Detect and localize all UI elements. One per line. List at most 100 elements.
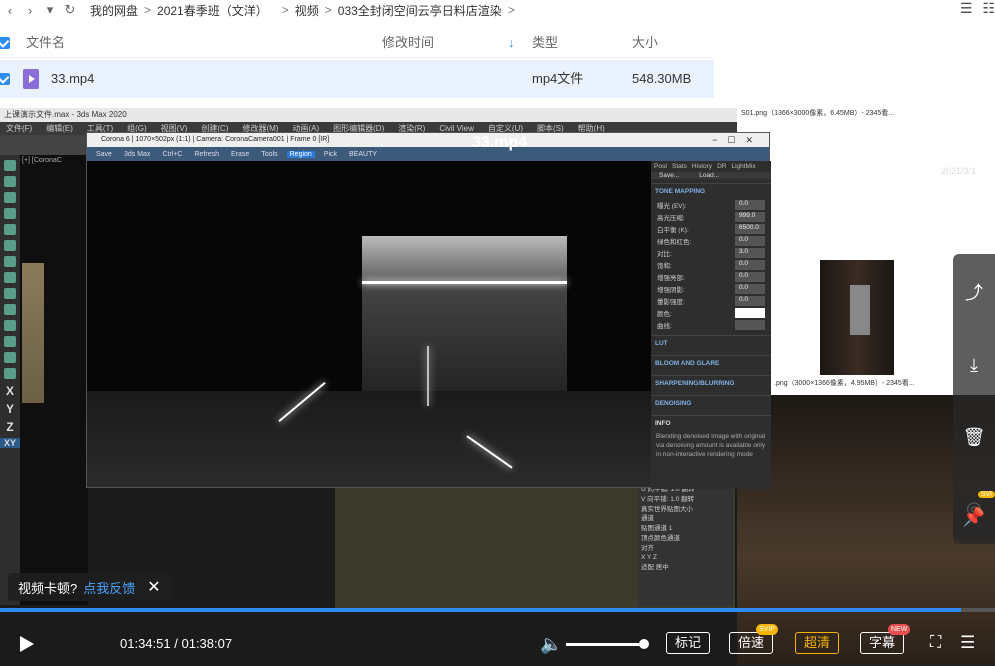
tone-param-value[interactable]: 0.0 [735,272,765,282]
close-icon[interactable]: ✕ [974,130,987,150]
file-row[interactable]: 33.mp4 mp4文件 548.30MB [0,60,714,98]
tone-param-value[interactable]: 0.0 [735,236,765,246]
speed-svip-badge: SVIP [756,624,778,635]
post-section-header[interactable]: LUT [651,335,771,351]
corona-tool-button[interactable]: Tools [258,151,280,158]
render-light-strip [427,346,429,406]
col-modified[interactable]: 修改时间 [382,28,434,58]
sort-icon[interactable]: ☰ [960,0,973,17]
tone-param-row: 增强阴影: 0.0 [651,283,771,295]
max-menu-item[interactable]: 编辑(E) [46,122,73,135]
corona-tool-button[interactable]: Erase [228,151,252,158]
subtitle-button[interactable]: 字幕 [860,632,905,654]
refresh-icon[interactable]: ↻ [60,2,80,18]
tone-param-value[interactable]: 0.0 [735,296,765,306]
volume-icon[interactable]: 🔈 [540,634,562,655]
playlist-icon[interactable]: ☰ [960,633,975,653]
tone-param-value[interactable]: 3.0 [735,248,765,258]
breadcrumb-item[interactable]: 2021春季班（文洋） [157,2,268,19]
tone-param-row: 暈影强度: 0.0 [651,295,771,307]
tone-param-value[interactable]: 0.0 [735,260,765,270]
close-feedback-icon[interactable]: ✕ [147,577,160,597]
post-section-header[interactable]: SHARPENING/BLURRING [651,375,771,391]
post-tab[interactable]: History [692,163,712,170]
post-tab[interactable]: LightMix [731,163,755,170]
col-type[interactable]: 类型 [532,28,558,58]
forward-icon[interactable]: › [20,3,40,18]
volume-slider[interactable] [566,643,644,646]
progress-bar[interactable] [0,608,995,612]
tool-icon [4,256,16,267]
image-date: 2021/3/1 [941,166,977,176]
time-display: 01:34:51 / 01:38:07 [120,636,232,651]
sort-desc-icon[interactable]: ↓ [508,28,515,58]
max-menu-item[interactable]: 文件(F) [6,122,32,135]
row-checkbox[interactable] [0,73,10,85]
file-name[interactable]: 33.mp4 [51,64,94,94]
curve-label: 曲线: [657,323,672,330]
post-section-header[interactable]: BLOOM AND GLARE [651,355,771,371]
bookmark-button[interactable]: 标记 [666,632,711,654]
post-tab[interactable]: Post [654,163,667,170]
history-dropdown-icon[interactable]: ▾ [40,2,60,18]
tone-param-value[interactable]: 0.0 [735,284,765,294]
list-view-icon[interactable]: ☷ [982,0,995,17]
material-panel-line: 贴图通道 1 [641,525,673,532]
max-material-panel: U 向平铺: 1.0 翻转 V 向平铺: 1.0 翻转 真实世界贴图大小 通道 贴图通道… [638,482,733,606]
tool-icon [4,288,16,299]
download-icon[interactable]: ⤓ [970,355,978,376]
corona-tool-button[interactable]: Refresh [191,151,222,158]
maximize-icon[interactable]: ☐ [941,130,955,150]
current-time: 01:34:51 [120,636,171,651]
corona-tool-button[interactable]: BEAUTY [346,151,380,158]
tone-param-row: 对比: 3.0 [651,247,771,259]
play-icon[interactable] [20,636,34,652]
tone-mapping-section[interactable]: TONE MAPPING [651,183,771,199]
corona-tool-button[interactable]: Ctrl+C [159,151,185,158]
col-filename[interactable]: 文件名 [26,28,65,58]
save-button[interactable]: Save... [659,172,679,179]
viewport-label: [+] [CoronaC [22,157,62,164]
corona-window-buttons[interactable]: −☐✕ [712,133,763,147]
corona-title-text: Corona 6 | 1070×502px (1:1) | Camera: Co… [101,136,330,143]
tone-param-value[interactable]: 999.0 [735,212,765,222]
breadcrumb-item[interactable]: 我的网盘 [90,2,138,19]
select-all-checkbox[interactable] [0,37,10,49]
load-button[interactable]: Load... [699,172,719,179]
volume-knob[interactable] [639,639,649,649]
tone-param-value[interactable]: 6500.0 [735,224,765,234]
corona-tool-button[interactable]: Pick [321,151,340,158]
color-swatch[interactable] [735,308,765,318]
corona-tool-button[interactable]: Region [286,150,315,158]
video-player[interactable]: 上课演示文件.max - 3ds Max 2020 文件(F) 编辑(E) 工具(T… [0,108,995,666]
max-titlebar: 上课演示文件.max - 3ds Max 2020 [0,108,737,122]
minimize-icon[interactable]: − [914,130,923,150]
post-section-header[interactable]: DENOISING [651,395,771,411]
breadcrumb-item[interactable]: 033全封闭空间云亭日料店渲染 [338,2,502,19]
feedback-link[interactable]: 点我反馈 [83,578,135,597]
breadcrumb-bar: ‹ › ▾ ↻ 我的网盘 > 2021春季班（文洋） > 视频 > 033全封闭… [0,0,995,20]
curve-param: 曲线: [651,319,771,331]
fullscreen-icon[interactable]: ⛶ [930,634,941,652]
col-size[interactable]: 大小 [632,28,658,58]
back-icon[interactable]: ‹ [0,3,20,18]
delete-icon[interactable]: 🗑 [963,427,986,448]
post-tab[interactable]: DR [717,163,726,170]
tone-param-value[interactable]: 0.0 [735,200,765,210]
quality-button[interactable]: 超清 [795,632,840,654]
render-image [87,161,651,481]
corona-tool-button[interactable]: Save [93,151,115,158]
pin-button[interactable]: 📌 [953,495,995,539]
tone-param-label: 增强阴影: [657,287,685,294]
curve-button[interactable] [735,320,765,330]
share-icon[interactable]: ⤴ [965,279,983,305]
speed-button[interactable]: 倍速 [729,632,774,654]
video-title: 33.mp4 [472,134,528,151]
post-tab[interactable]: Stats [672,163,687,170]
pin-icon: 📌 [962,506,986,527]
tone-param-label: 增强亮部: [657,275,685,282]
tool-icon [4,368,16,379]
breadcrumb-item[interactable]: 视频 [295,2,319,19]
corona-tool-button[interactable]: 3ds Max [121,151,153,158]
render-light-strip [362,281,567,284]
